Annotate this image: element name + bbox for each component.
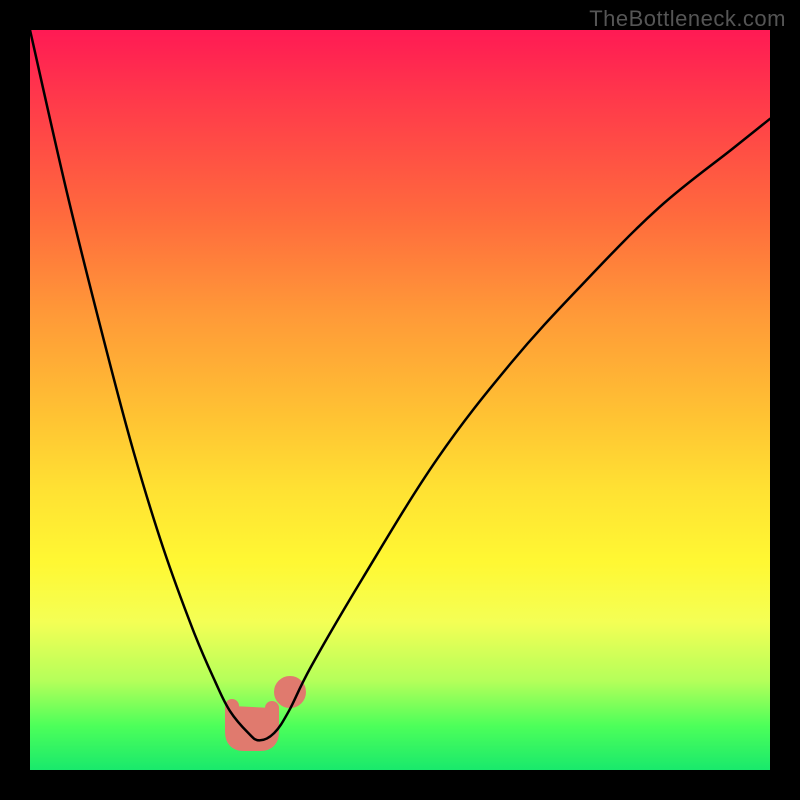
plot-area [30, 30, 770, 770]
curve-line [30, 30, 770, 740]
curve-svg [30, 30, 770, 770]
watermark-text: TheBottleneck.com [589, 6, 786, 32]
chart-container: TheBottleneck.com [0, 0, 800, 800]
